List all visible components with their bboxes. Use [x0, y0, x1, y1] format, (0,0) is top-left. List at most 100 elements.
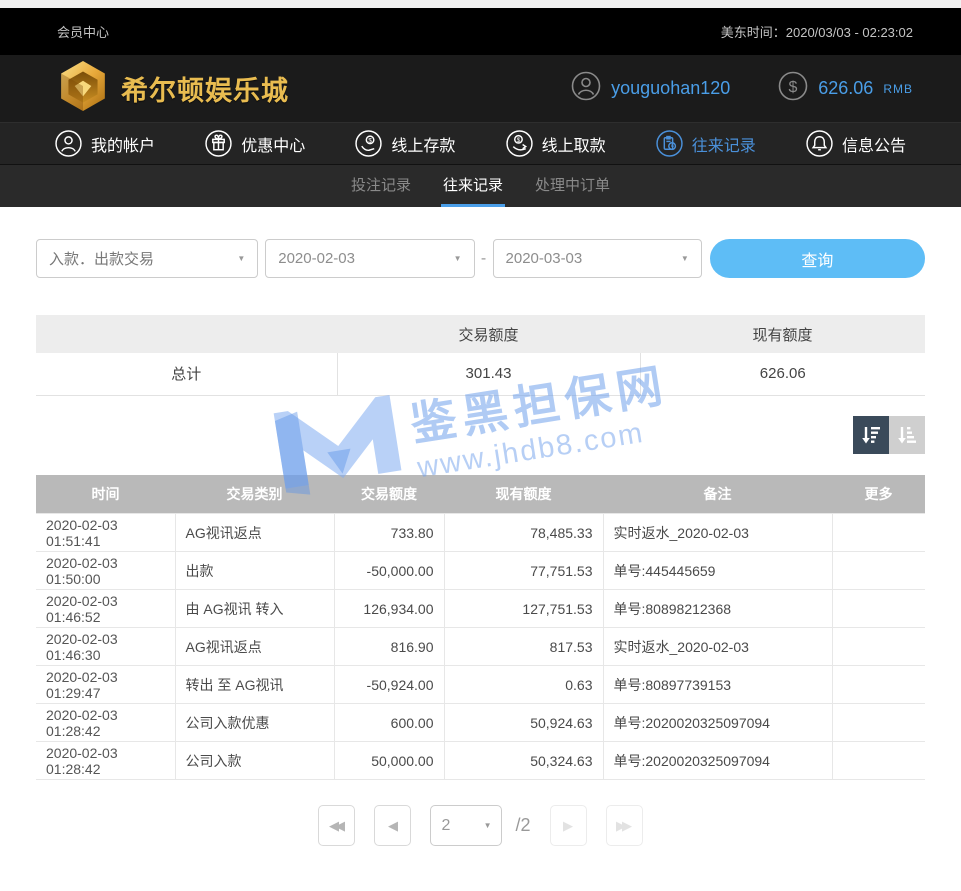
table-row: 2020-02-03 01:46:52 由 AG视讯 转入 126,934.00…: [36, 590, 925, 628]
balance: $ 626.06 RMB: [778, 71, 913, 106]
last-page-icon: ▶▶: [616, 818, 628, 834]
sort-ascending-button[interactable]: [889, 416, 925, 454]
date-from-select[interactable]: 2020-02-03 ▼: [265, 239, 474, 278]
cell-type: AG视讯返点: [175, 514, 334, 552]
nav-item-my-account[interactable]: 我的帐户: [55, 130, 155, 157]
cell-time: 2020-02-03 01:46:52: [36, 590, 175, 628]
nav-item-deposit[interactable]: $ 线上存款: [355, 130, 455, 157]
deposit-icon: $: [355, 130, 382, 157]
sort-descending-icon: [860, 424, 882, 446]
nav-label: 优惠中心: [241, 132, 305, 156]
filter-row: 入款．出款交易 ▼ 2020-02-03 ▼ - 2020-03-03 ▼ 查询: [0, 207, 961, 278]
sort-controls: [36, 416, 925, 454]
cell-time: 2020-02-03 01:28:42: [36, 704, 175, 742]
cell-trade-amount: 816.90: [334, 628, 444, 666]
query-button[interactable]: 查询: [710, 239, 925, 278]
brand-logo-icon: [57, 60, 109, 117]
brand[interactable]: 希尔顿娱乐城: [57, 60, 289, 117]
cell-remark: 单号:445445659: [603, 552, 832, 590]
cell-more: [832, 704, 925, 742]
username: youguohan120: [611, 78, 730, 99]
cell-balance: 817.53: [444, 628, 603, 666]
transaction-type-select[interactable]: 入款．出款交易 ▼: [36, 239, 258, 278]
cell-trade-amount: 600.00: [334, 704, 444, 742]
prev-page-button[interactable]: ◀: [374, 805, 411, 846]
summary-header-empty: [36, 315, 337, 353]
user-account[interactable]: youguohan120: [571, 71, 730, 106]
nav-label: 线上取款: [542, 132, 606, 156]
cell-remark: 单号:2020020325097094: [603, 742, 832, 780]
brand-title: 希尔顿娱乐城: [121, 69, 289, 108]
cell-more: [832, 742, 925, 780]
summary-header-trade-amount: 交易额度: [337, 315, 640, 353]
nav-label: 我的帐户: [91, 132, 155, 156]
summary-header-row: 交易额度 现有额度: [36, 315, 925, 353]
svg-text:$: $: [369, 137, 373, 144]
user-icon: [571, 71, 601, 106]
chevron-down-icon: ▼: [484, 821, 492, 830]
tab-transaction-records[interactable]: 往来记录: [441, 165, 505, 207]
nav-item-announcements[interactable]: 信息公告: [806, 130, 906, 157]
select-value: 入款．出款交易: [49, 248, 154, 269]
table-row: 2020-02-03 01:46:30 AG视讯返点 816.90 817.53…: [36, 628, 925, 666]
cell-remark: 实时返水_2020-02-03: [603, 628, 832, 666]
site-header: 希尔顿娱乐城 youguohan120 $ 626.06 RMB: [0, 55, 961, 122]
cell-trade-amount: -50,924.00: [334, 666, 444, 704]
date-to-select[interactable]: 2020-03-03 ▼: [493, 239, 702, 278]
account-icon: [55, 130, 82, 157]
records-header-row: 时间 交易类别 交易额度 现有额度 备注 更多: [36, 475, 925, 514]
select-value: 2020-02-03: [278, 250, 355, 267]
chevron-down-icon: ▼: [237, 254, 245, 263]
nav-item-withdrawal[interactable]: $ 线上取款: [506, 130, 606, 157]
cell-time: 2020-02-03 01:46:30: [36, 628, 175, 666]
cell-remark: 实时返水_2020-02-03: [603, 514, 832, 552]
tab-pending-orders[interactable]: 处理中订单: [533, 165, 612, 207]
col-type: 交易类别: [175, 475, 334, 514]
cell-more: [832, 590, 925, 628]
cell-trade-amount: -50,000.00: [334, 552, 444, 590]
cell-balance: 50,924.63: [444, 704, 603, 742]
records-icon: [656, 130, 683, 157]
next-page-button[interactable]: ▶: [550, 805, 587, 846]
cell-type: AG视讯返点: [175, 628, 334, 666]
dollar-icon: $: [778, 71, 808, 106]
next-page-icon: ▶: [563, 818, 569, 834]
cell-time: 2020-02-03 01:28:42: [36, 742, 175, 780]
cell-remark: 单号:2020020325097094: [603, 704, 832, 742]
cell-remark: 单号:80898212368: [603, 590, 832, 628]
sort-descending-button[interactable]: [853, 416, 889, 454]
sort-ascending-icon: [896, 424, 918, 446]
cell-trade-amount: 126,934.00: [334, 590, 444, 628]
nav-label: 往来记录: [692, 132, 756, 156]
cell-more: [832, 666, 925, 704]
cell-trade-amount: 50,000.00: [334, 742, 444, 780]
nav-item-transaction-records[interactable]: 往来记录: [656, 130, 756, 157]
col-trade-amount: 交易额度: [334, 475, 444, 514]
records-body: 2020-02-03 01:51:41 AG视讯返点 733.80 78,485…: [36, 514, 925, 780]
nav-item-promotions[interactable]: 优惠中心: [205, 130, 305, 157]
cell-more: [832, 628, 925, 666]
tab-betting-records[interactable]: 投注记录: [349, 165, 413, 207]
nav-label: 信息公告: [842, 132, 906, 156]
cell-type: 由 AG视讯 转入: [175, 590, 334, 628]
summary-balance: 626.06: [640, 353, 925, 395]
first-page-button[interactable]: ◀◀: [318, 805, 355, 846]
cell-more: [832, 552, 925, 590]
col-more: 更多: [832, 475, 925, 514]
main-nav: 我的帐户 优惠中心 $ 线上存款 $ 线上取款: [0, 122, 961, 164]
gift-icon: [205, 130, 232, 157]
sub-nav: 投注记录 往来记录 处理中订单: [0, 164, 961, 207]
summary-header-balance: 现有额度: [640, 315, 925, 353]
cell-time: 2020-02-03 01:29:47: [36, 666, 175, 704]
page-select[interactable]: 2 ▼: [430, 805, 502, 846]
bell-icon: [806, 130, 833, 157]
summary-trade-amount: 301.43: [337, 353, 640, 395]
cell-remark: 单号:80897739153: [603, 666, 832, 704]
last-page-button[interactable]: ▶▶: [606, 805, 643, 846]
top-bar: 会员中心 美东时间：2020/03/03 - 02:23:02: [0, 8, 961, 55]
svg-text:$: $: [516, 137, 520, 144]
cell-type: 转出 至 AG视讯: [175, 666, 334, 704]
currency-label: RMB: [883, 82, 913, 96]
page-total: /2: [515, 815, 530, 836]
select-value: 2020-03-03: [506, 250, 583, 267]
